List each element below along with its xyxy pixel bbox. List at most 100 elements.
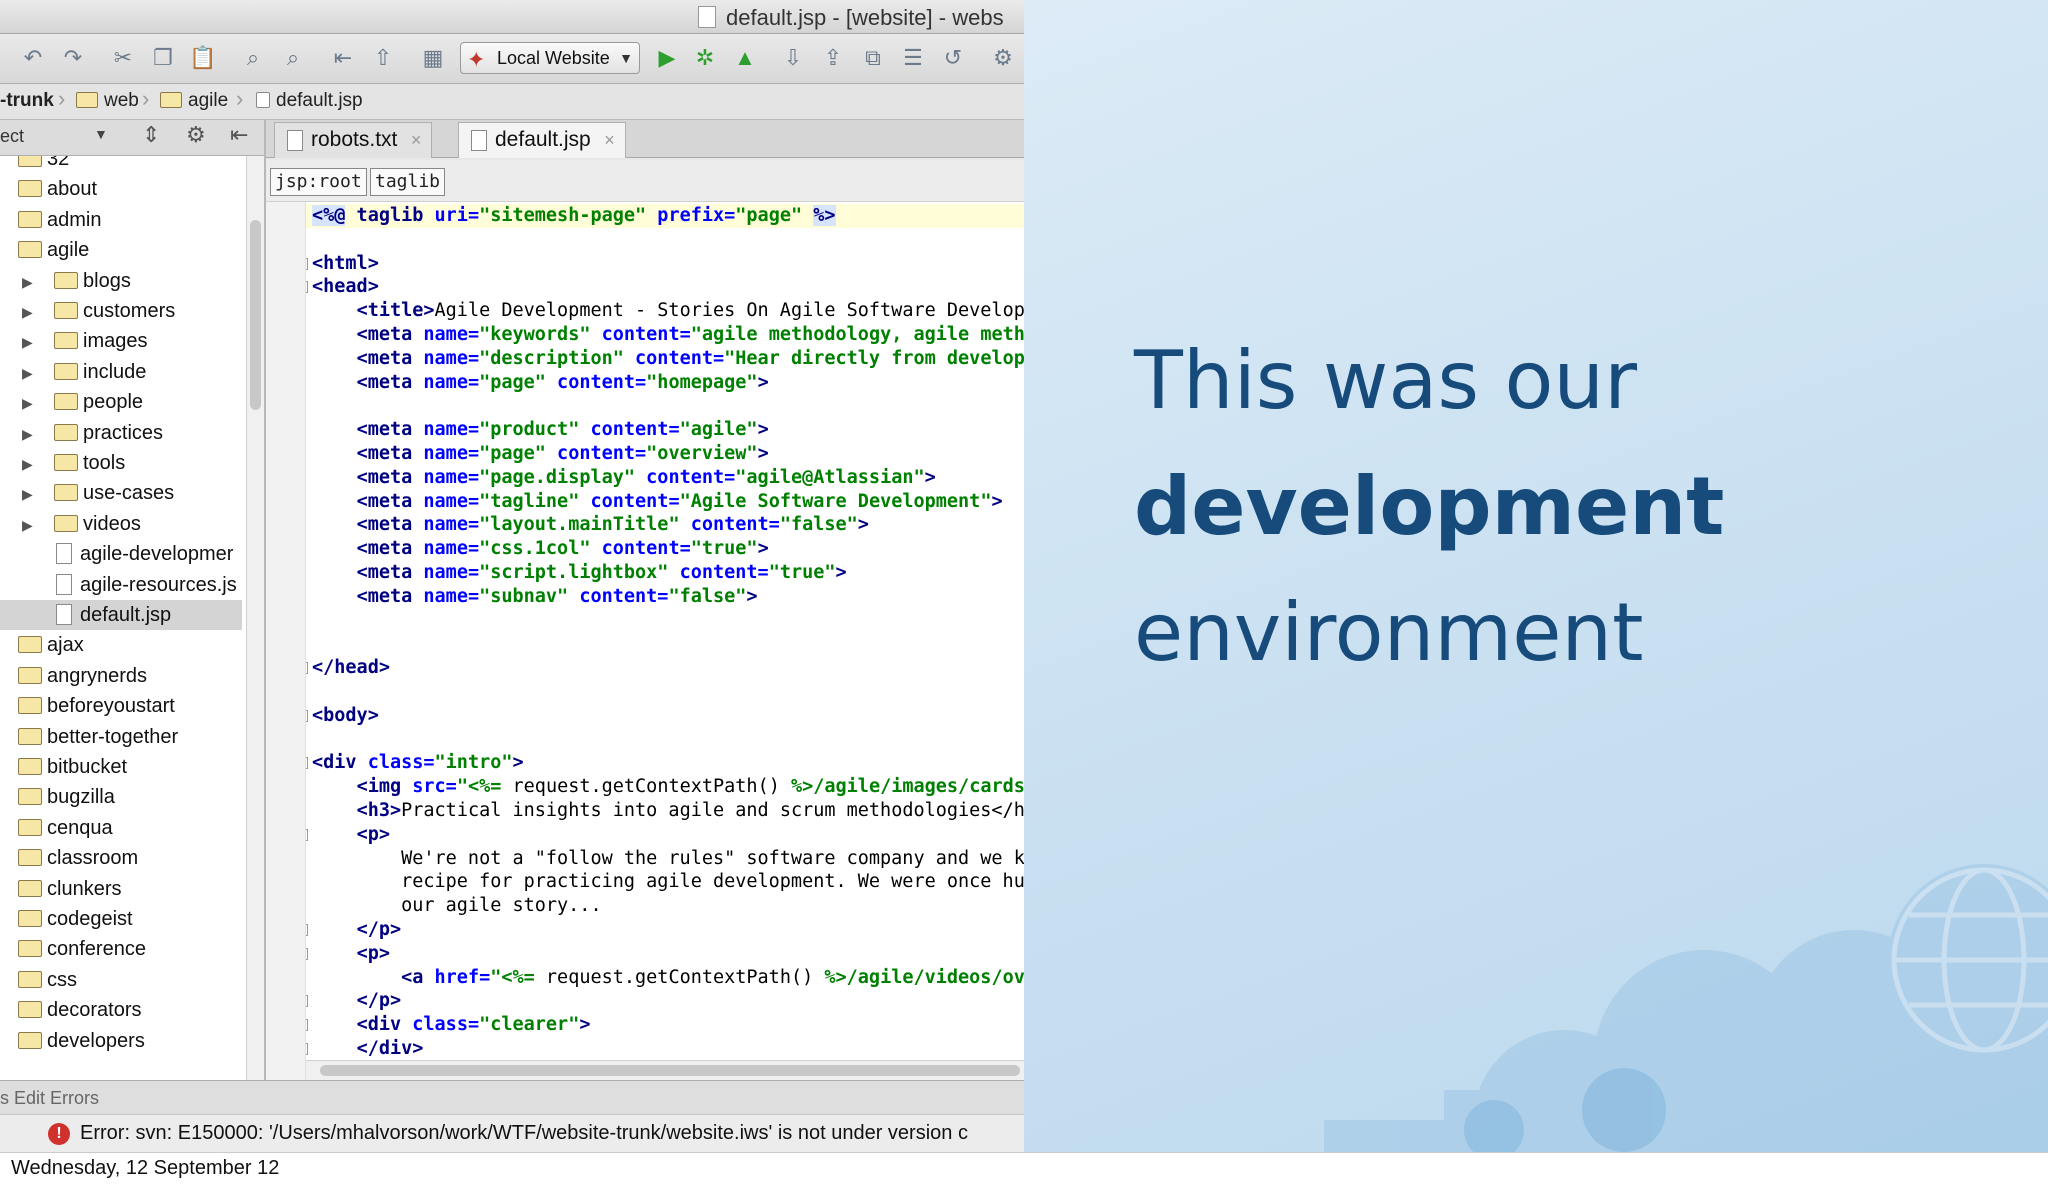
run-configuration-dropdown[interactable]: ✦ Local Website ▼ bbox=[460, 42, 640, 74]
tree-item[interactable]: clunkers bbox=[18, 874, 121, 904]
xml-crumb-taglib[interactable]: taglib bbox=[370, 168, 446, 196]
vcs-commit-icon[interactable]: ⇪ bbox=[818, 43, 848, 73]
gear-icon[interactable]: ⚙ bbox=[186, 122, 206, 148]
expand-arrow-icon[interactable]: ▶ bbox=[22, 510, 38, 540]
tree-item[interactable]: default.jsp bbox=[0, 600, 242, 630]
chevron-down-icon[interactable]: ▼ bbox=[94, 126, 108, 142]
tree-item[interactable]: ▶ images bbox=[22, 326, 147, 356]
fold-marker-icon[interactable] bbox=[306, 924, 308, 936]
find-icon[interactable]: ⌕ bbox=[238, 43, 268, 73]
tree-item[interactable]: ajax bbox=[18, 630, 84, 660]
tree-item[interactable]: beforeyoustart bbox=[18, 691, 175, 721]
breadcrumb-item[interactable]: -trunk bbox=[0, 90, 54, 112]
tree-item[interactable]: ▶ tools bbox=[22, 448, 125, 478]
tree-item[interactable]: conference bbox=[18, 934, 146, 964]
expand-arrow-icon[interactable]: ▶ bbox=[22, 267, 38, 297]
tree-item-label: images bbox=[83, 330, 148, 353]
fold-marker-icon[interactable] bbox=[306, 757, 308, 770]
close-icon[interactable]: × bbox=[411, 123, 422, 157]
cut-icon[interactable]: ✂ bbox=[108, 43, 138, 73]
copy-icon[interactable]: ❐ bbox=[148, 43, 178, 73]
expand-arrow-icon[interactable]: ▶ bbox=[22, 358, 38, 388]
scrollbar-thumb[interactable] bbox=[320, 1065, 1020, 1076]
project-view-selector[interactable]: ect bbox=[0, 126, 24, 147]
paste-icon[interactable]: 📋 bbox=[188, 43, 218, 73]
settings-icon[interactable]: ⚙ bbox=[988, 43, 1018, 73]
tree-item[interactable]: ▶ customers bbox=[22, 296, 175, 326]
bottom-panel-title[interactable]: s Edit Errors bbox=[0, 1088, 99, 1108]
tree-item[interactable]: ▶ practices bbox=[22, 418, 163, 448]
code-line: <meta name="product" content="agile"> bbox=[356, 419, 769, 441]
tree-item[interactable]: about bbox=[18, 174, 97, 204]
fold-marker-icon[interactable] bbox=[306, 662, 308, 675]
breadcrumb-item[interactable]: web bbox=[76, 90, 139, 112]
scrollbar-thumb[interactable] bbox=[250, 220, 261, 410]
editor-horizontal-scrollbar[interactable] bbox=[306, 1060, 1024, 1080]
fold-marker-icon[interactable] bbox=[306, 1019, 308, 1032]
coverage-icon[interactable]: ▲ bbox=[730, 43, 760, 73]
tree-item[interactable]: cenqua bbox=[18, 813, 113, 843]
expand-arrow-icon[interactable]: ▶ bbox=[22, 388, 38, 418]
tree-item[interactable]: ▶ people bbox=[22, 387, 143, 417]
expand-arrow-icon[interactable]: ▶ bbox=[22, 479, 38, 509]
tree-item[interactable]: better-together bbox=[18, 722, 178, 752]
folder-icon bbox=[18, 940, 42, 958]
project-scrollbar[interactable] bbox=[246, 156, 264, 1080]
vcs-compare-icon[interactable]: ⧉ bbox=[858, 43, 888, 73]
structure-icon[interactable]: ▦ bbox=[418, 43, 448, 73]
run-config-icon: ✦ bbox=[467, 47, 486, 72]
debug-icon[interactable]: ✲ bbox=[690, 43, 720, 73]
chevron-right-icon: › bbox=[58, 86, 66, 111]
tree-item[interactable]: 32 bbox=[18, 156, 69, 174]
xml-crumb-jsp-root[interactable]: jsp:root bbox=[270, 168, 367, 196]
fold-marker-icon[interactable] bbox=[306, 828, 308, 841]
tree-item[interactable]: ▶ videos bbox=[22, 509, 141, 539]
folder-icon bbox=[18, 727, 42, 745]
tree-item[interactable]: bugzilla bbox=[18, 782, 115, 812]
vcs-update-icon[interactable]: ⇩ bbox=[778, 43, 808, 73]
expand-arrow-icon[interactable]: ▶ bbox=[22, 419, 38, 449]
tab-robots-txt[interactable]: robots.txt × bbox=[274, 122, 433, 158]
fold-marker-icon[interactable] bbox=[306, 709, 308, 722]
tree-item[interactable]: agile bbox=[18, 235, 89, 265]
fold-marker-icon[interactable] bbox=[306, 947, 308, 960]
tab-default-jsp[interactable]: default.jsp × bbox=[458, 122, 626, 158]
tree-item[interactable]: codegeist bbox=[18, 904, 133, 934]
vcs-revert-icon[interactable]: ↺ bbox=[938, 43, 968, 73]
forward-icon[interactable]: ⇧ bbox=[368, 43, 398, 73]
code-line: <meta name="keywords" content="agile met… bbox=[356, 324, 1024, 345]
fold-marker-icon[interactable] bbox=[306, 995, 308, 1008]
close-icon[interactable]: × bbox=[604, 123, 615, 157]
editor-gutter[interactable] bbox=[266, 202, 306, 1080]
redo-icon[interactable]: ↷ bbox=[58, 43, 88, 73]
fold-marker-icon[interactable] bbox=[306, 257, 308, 270]
replace-icon[interactable]: ⌕ bbox=[278, 43, 308, 73]
run-icon[interactable]: ▶ bbox=[652, 43, 682, 73]
breadcrumb-item[interactable]: agile bbox=[160, 90, 228, 112]
hide-panel-icon[interactable]: ⇤ bbox=[230, 122, 248, 148]
fold-marker-icon[interactable] bbox=[306, 281, 308, 294]
collapse-all-icon[interactable]: ⇕ bbox=[142, 122, 160, 148]
back-icon[interactable]: ⇤ bbox=[328, 43, 358, 73]
tree-item[interactable]: bitbucket bbox=[18, 752, 127, 782]
tree-item[interactable]: classroom bbox=[18, 843, 138, 873]
tree-item[interactable]: agile-resources.js bbox=[56, 570, 237, 600]
expand-arrow-icon[interactable]: ▶ bbox=[22, 297, 38, 327]
tree-item[interactable]: admin bbox=[18, 205, 101, 235]
tree-item[interactable]: angrynerds bbox=[18, 661, 147, 691]
vcs-history-icon[interactable]: ☰ bbox=[898, 43, 928, 73]
undo-icon[interactable]: ↶ bbox=[18, 43, 48, 73]
tree-item[interactable]: agile-developmer bbox=[56, 539, 233, 569]
code-editor[interactable]: <%@ taglib uri="sitemesh-page" prefix="p… bbox=[306, 202, 1024, 1060]
fold-marker-icon[interactable] bbox=[306, 1043, 308, 1055]
breadcrumb-item[interactable]: default.jsp bbox=[256, 90, 363, 112]
tree-item[interactable]: ▶ blogs bbox=[22, 266, 131, 296]
tree-item[interactable]: ▶ include bbox=[22, 357, 146, 387]
tree-item[interactable]: decorators bbox=[18, 995, 142, 1025]
tree-item-label: bitbucket bbox=[47, 756, 128, 778]
expand-arrow-icon[interactable]: ▶ bbox=[22, 327, 38, 357]
tree-item[interactable]: ▶ use-cases bbox=[22, 478, 174, 508]
tree-item[interactable]: css bbox=[18, 965, 77, 995]
expand-arrow-icon[interactable]: ▶ bbox=[22, 449, 38, 479]
tree-item[interactable]: developers bbox=[18, 1026, 145, 1056]
